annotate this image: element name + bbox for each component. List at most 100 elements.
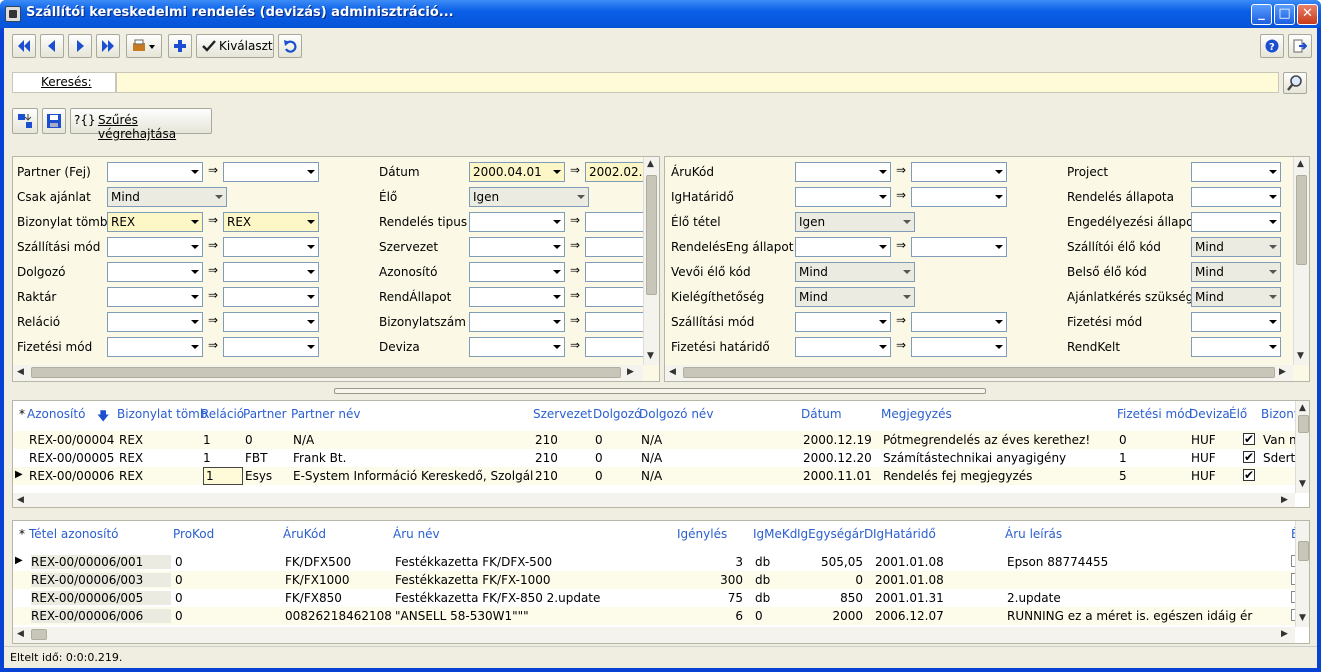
next-record-button[interactable] — [68, 34, 92, 58]
mid_filters-value-a[interactable] — [469, 337, 565, 357]
far_filters-value-a[interactable] — [1191, 162, 1281, 182]
mid_filters-value-a[interactable] — [469, 262, 565, 282]
item-cell-arunev: "ANSELL 58-530W1""" — [395, 609, 529, 623]
prev-record-button[interactable] — [40, 34, 64, 58]
orders-col-header[interactable]: Dolgozó név — [639, 407, 713, 421]
mid_filters-value-a[interactable]: 2000.04.01 — [469, 162, 565, 182]
first-record-button[interactable] — [12, 34, 36, 58]
item-cell-me: db — [755, 591, 771, 605]
order-cell-datum: 2000.12.19 — [803, 433, 872, 447]
row-active-checkbox[interactable]: ✔ — [1243, 451, 1255, 463]
mid_filters-value-a[interactable] — [469, 212, 565, 232]
items-col-header[interactable]: ProKod — [173, 527, 214, 541]
mid_filters-value-a[interactable]: Igen — [469, 187, 589, 207]
orders-hscroll[interactable]: ◀ ▶ — [13, 493, 1295, 507]
far_filters-value-a[interactable]: Mind — [1191, 237, 1281, 257]
far_filters-value-a[interactable]: Mind — [1191, 262, 1281, 282]
app-window: Szállítói kereskedelmi rendelés (devizás… — [0, 0, 1321, 672]
title-bar[interactable]: Szállítói kereskedelmi rendelés (devizás… — [0, 0, 1321, 28]
items-col-header[interactable]: ÁruKód — [283, 527, 326, 541]
minimize-button[interactable]: _ — [1251, 4, 1272, 25]
items-col-header[interactable]: Áru leírás — [1005, 527, 1062, 541]
orders-grid: * Azonosító Bizonylat tömb Reláció Partner Pa… — [12, 400, 1310, 508]
close-button[interactable]: ✕ — [1297, 4, 1318, 25]
items-col-header[interactable]: * — [19, 527, 25, 541]
orders-col-header[interactable]: Dolgozó — [593, 407, 642, 421]
items-col-header[interactable]: Áru név — [393, 527, 440, 541]
filter-right-hscroll[interactable]: ◀ ▶ — [665, 365, 1293, 381]
help-button[interactable]: ? — [1260, 34, 1284, 58]
sort-arrow-icon[interactable]: 🡇 — [97, 407, 109, 428]
orders-col-header[interactable]: Bizonylat tömb — [117, 407, 207, 421]
row-active-checkbox[interactable]: ✔ — [1243, 433, 1255, 445]
add-button[interactable] — [168, 34, 192, 58]
filter-left-hscroll[interactable]: ◀ ▶ — [13, 365, 643, 381]
orders-col-header[interactable]: Szervezet — [533, 407, 592, 421]
undo-button[interactable] — [278, 34, 302, 58]
items-col-header[interactable]: Tétel azonosító — [29, 527, 118, 541]
orders-col-header[interactable]: Dátum — [801, 407, 842, 421]
save-filter-button[interactable] — [42, 108, 66, 134]
mid_filters-value-a[interactable] — [469, 237, 565, 257]
orders-col-header[interactable]: Partner név — [291, 407, 361, 421]
item-cell-prokod: 0 — [175, 609, 183, 623]
items-col-header[interactable]: IgMeKd — [753, 527, 797, 541]
orders-vscroll[interactable]: ▲ ▼ — [1295, 401, 1309, 493]
splitter-handle[interactable] — [334, 388, 986, 394]
table-row[interactable]: REX-00/00004 REX 1 0 N/A 210 0 N/A 2000.12.19 Pót… — [13, 431, 1309, 449]
orders-col-header[interactable]: Fizetési mód — [1117, 407, 1192, 421]
filter-right-vscroll[interactable]: ▲ ▼ — [1293, 157, 1309, 365]
items-col-header[interactable]: IgHatáridő — [873, 527, 936, 541]
table-row[interactable]: REX-00/00006/003 0 FK/FX1000 Festékkazetta … — [13, 571, 1309, 589]
filter-layout-button[interactable] — [12, 108, 38, 134]
far_filters-dropdown-arrow-icon — [1269, 295, 1277, 299]
items-vscroll[interactable]: ▼ — [1295, 521, 1309, 627]
table-row[interactable]: REX-00/00006/006 0 00826218462108 "ANSELL 5… — [13, 607, 1309, 625]
far_filters-value-a[interactable] — [1191, 187, 1281, 207]
print-menu-button[interactable] — [126, 34, 162, 58]
mid_filters-value-a[interactable] — [469, 287, 565, 307]
table-row[interactable]: ▶ REX-00/00006/001 0 FK/DFX500 Festékkazetta… — [13, 553, 1309, 571]
table-row[interactable]: REX-00/00006/005 0 FK/FX850 Festékkazetta F… — [13, 589, 1309, 607]
exit-button[interactable] — [1288, 34, 1312, 58]
execute-filter-button[interactable]: ?{} Szűrés végrehajtása — [70, 108, 212, 141]
order-cell-id: REX-00/00006 — [29, 469, 115, 483]
filter-left-vscroll[interactable]: ▲ ▼ — [643, 157, 659, 365]
select-button[interactable]: Kiválaszt — [196, 34, 274, 58]
item-cell-leiras: RUNNING ez a méret is. egészen idáig ér — [1007, 609, 1253, 623]
orders-col-header[interactable]: Azonosító — [27, 407, 85, 421]
row-active-checkbox[interactable]: ✔ — [1243, 469, 1255, 481]
far_filters-dropdown-arrow-icon — [1269, 270, 1277, 274]
search-button[interactable] — [1283, 72, 1307, 94]
items-hscroll[interactable]: ◀ ▶ — [13, 627, 1295, 643]
mid_filters-range-arrow-icon: ⇒ — [570, 288, 581, 302]
table-row[interactable]: REX-00/00005 REX 1 FBT Frank Bt. 210 0 N/A 2000.… — [13, 449, 1309, 467]
mid_filters-dropdown-arrow-icon — [577, 195, 585, 199]
item-cell-hatarido: 2001.01.08 — [875, 555, 944, 569]
search-input[interactable] — [116, 72, 1279, 93]
items-col-header[interactable]: IgEgységárD — [797, 527, 873, 541]
orders-col-header[interactable]: Reláció — [201, 407, 244, 421]
orders-col-header[interactable]: Élő — [1229, 407, 1247, 421]
search-label: Keresés: — [12, 72, 116, 93]
mid_filters-row: Azonosító ⇒ — [13, 262, 659, 282]
orders-col-header[interactable]: Megjegyzés — [881, 407, 952, 421]
item-cell-arukod: 00826218462108 — [285, 609, 392, 623]
far_filters-value-a[interactable] — [1191, 312, 1281, 332]
last-record-button[interactable] — [96, 34, 120, 58]
order-cell-dolgozo_nev: N/A — [641, 451, 663, 465]
mid_filters-label: Szervezet — [379, 240, 439, 254]
maximize-button[interactable]: □ — [1274, 4, 1295, 25]
mid_filters-dropdown-arrow-icon — [553, 245, 561, 249]
mid_filters-row: Rendelés tipus ⇒ — [13, 212, 659, 232]
orders-col-header[interactable]: * — [19, 407, 25, 421]
far_filters-value-a[interactable]: Mind — [1191, 287, 1281, 307]
orders-col-header[interactable]: Partner — [243, 407, 287, 421]
far_filters-value-a[interactable] — [1191, 212, 1281, 232]
far_filters-value-a-text: Mind — [1195, 290, 1224, 304]
far_filters-value-a[interactable] — [1191, 337, 1281, 357]
orders-col-header[interactable]: Deviza — [1189, 407, 1230, 421]
mid_filters-value-a[interactable] — [469, 312, 565, 332]
table-row[interactable]: ▶ REX-00/00006 REX 1 Esys E-System Információ… — [13, 467, 1309, 485]
items-col-header[interactable]: Igénylés — [677, 527, 727, 541]
